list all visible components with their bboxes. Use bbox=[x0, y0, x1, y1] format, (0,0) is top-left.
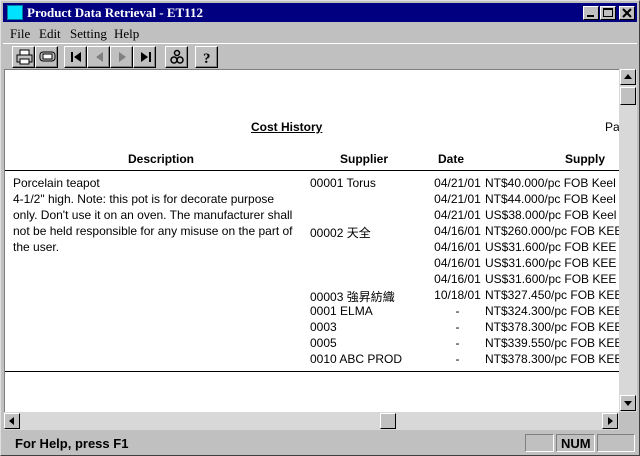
window-title: Product Data Retrieval - ET112 bbox=[27, 5, 203, 20]
scroll-right-button[interactable] bbox=[602, 413, 618, 429]
column-header-supply: Supply bbox=[565, 152, 606, 166]
menu-setting[interactable]: Setting bbox=[70, 26, 107, 42]
print-icon bbox=[16, 49, 33, 65]
description-line: only. Don't use it on an oven. The manuf… bbox=[13, 208, 293, 222]
supplier-cell: 0010 ABC PROD bbox=[310, 352, 403, 366]
toolbar: ? bbox=[3, 43, 637, 69]
supply-cell: NT$378.300/pc FOB KEE bbox=[485, 352, 619, 366]
app-window: Product Data Retrieval - ET112 File Edit… bbox=[0, 0, 640, 456]
previous-record-button[interactable] bbox=[87, 46, 110, 68]
svg-text:?: ? bbox=[203, 51, 211, 65]
date-cell: 04/16/01 bbox=[434, 240, 481, 254]
print-preview-button[interactable] bbox=[35, 46, 58, 68]
description-line: 4-1/2" high. Note: this pot is for decor… bbox=[13, 192, 275, 206]
vertical-scroll-thumb[interactable] bbox=[620, 87, 636, 105]
close-button[interactable] bbox=[619, 6, 635, 20]
arrow-down-icon bbox=[624, 401, 632, 406]
supply-cell: US$38.000/pc FOB Keel bbox=[485, 208, 617, 222]
supply-cell: NT$339.550/pc FOB KEE bbox=[485, 336, 619, 350]
arrow-left-icon bbox=[9, 417, 14, 425]
last-record-icon bbox=[141, 52, 151, 62]
next-record-icon bbox=[119, 52, 126, 62]
date-cell: 04/16/01 bbox=[434, 272, 481, 286]
arrow-up-icon bbox=[624, 74, 632, 79]
supplier-cell: 0001 ELMA bbox=[310, 304, 373, 318]
minimize-button[interactable] bbox=[583, 6, 599, 20]
horizontal-scrollbar[interactable] bbox=[4, 412, 619, 430]
supply-cell: NT$324.300/pc FOB KEE bbox=[485, 304, 619, 318]
header-rule bbox=[5, 170, 619, 171]
supply-cell: NT$40.000/pc FOB Keel bbox=[485, 176, 616, 190]
description-line: Porcelain teapot bbox=[13, 176, 100, 190]
maximize-icon bbox=[603, 8, 613, 17]
status-panel-scroll bbox=[597, 434, 635, 452]
date-cell: 04/21/01 bbox=[434, 208, 481, 222]
supplier-cell: 0005 bbox=[310, 336, 337, 350]
vertical-scrollbar[interactable] bbox=[619, 69, 637, 412]
scroll-down-button[interactable] bbox=[620, 395, 636, 411]
date-cell: - bbox=[455, 304, 460, 318]
minimize-icon bbox=[587, 15, 594, 17]
report-title: Cost History bbox=[251, 120, 323, 134]
scrollbar-corner bbox=[619, 412, 637, 430]
supply-cell: NT$327.450/pc FOB KEE bbox=[485, 288, 619, 302]
maximize-button[interactable] bbox=[600, 6, 616, 20]
supply-cell: NT$44.000/pc FOB Keel bbox=[485, 192, 616, 206]
date-cell: 04/16/01 bbox=[434, 256, 481, 270]
description-line: not be held responsible for any misuse o… bbox=[13, 224, 293, 238]
supply-cell: NT$378.300/pc FOB KEE bbox=[485, 320, 619, 334]
description-line: the user. bbox=[13, 240, 60, 254]
date-cell: 04/16/01 bbox=[434, 224, 481, 238]
date-cell: 04/21/01 bbox=[434, 176, 481, 190]
page-label: Pa bbox=[605, 120, 619, 134]
date-cell: 04/21/01 bbox=[434, 192, 481, 206]
date-cell: - bbox=[455, 336, 460, 350]
arrow-right-icon bbox=[608, 417, 613, 425]
date-cell: - bbox=[455, 320, 460, 334]
first-record-button[interactable] bbox=[64, 46, 87, 68]
scroll-up-button[interactable] bbox=[620, 69, 636, 85]
supply-cell: NT$260.000/pc FOB KEE bbox=[485, 224, 619, 238]
horizontal-scroll-thumb[interactable] bbox=[380, 413, 396, 429]
column-header-description: Description bbox=[128, 152, 195, 166]
footer-rule bbox=[5, 371, 619, 372]
num-lock-indicator: NUM bbox=[561, 436, 591, 451]
menu-help[interactable]: Help bbox=[114, 26, 139, 42]
print-preview-icon bbox=[39, 51, 56, 62]
print-button[interactable] bbox=[12, 46, 35, 68]
scroll-left-button[interactable] bbox=[4, 413, 20, 429]
help-button[interactable]: ? bbox=[195, 46, 218, 68]
report-view[interactable]: Cost History Pa Description Supplier Dat… bbox=[4, 69, 619, 412]
supply-cell: US$31.600/pc FOB KEE bbox=[485, 256, 617, 270]
status-bar: For Help, press F1 NUM bbox=[3, 432, 637, 454]
status-help-text: For Help, press F1 bbox=[15, 436, 129, 451]
status-panel-caps bbox=[525, 434, 554, 452]
supplier-cell: 00001 Torus bbox=[310, 176, 376, 190]
menu-file[interactable]: File bbox=[10, 26, 30, 42]
menu-edit[interactable]: Edit bbox=[39, 26, 61, 42]
supply-cell: US$31.600/pc FOB KEE bbox=[485, 240, 617, 254]
find-button[interactable] bbox=[165, 46, 188, 68]
next-record-button[interactable] bbox=[110, 46, 133, 68]
help-icon: ? bbox=[203, 51, 211, 65]
date-cell: 10/18/01 bbox=[434, 288, 481, 302]
supplier-cell: 0003 bbox=[310, 320, 337, 334]
supply-cell: US$31.600/pc FOB KEE bbox=[485, 272, 617, 286]
title-bar[interactable]: Product Data Retrieval - ET112 bbox=[3, 3, 637, 22]
status-panel-num: NUM bbox=[556, 434, 595, 452]
close-icon bbox=[622, 8, 632, 18]
supplier-cell: 00002 天全 bbox=[310, 226, 371, 240]
app-icon[interactable] bbox=[7, 5, 23, 20]
first-record-icon bbox=[71, 52, 81, 62]
find-icon bbox=[170, 49, 184, 64]
previous-record-icon bbox=[96, 52, 103, 62]
last-record-button[interactable] bbox=[133, 46, 156, 68]
menu-bar: File Edit Setting Help bbox=[3, 23, 637, 42]
supplier-cell: 00003 強昇紡織 bbox=[310, 290, 395, 304]
column-header-date: Date bbox=[438, 152, 465, 166]
column-header-supplier: Supplier bbox=[340, 152, 389, 166]
date-cell: - bbox=[455, 352, 460, 366]
